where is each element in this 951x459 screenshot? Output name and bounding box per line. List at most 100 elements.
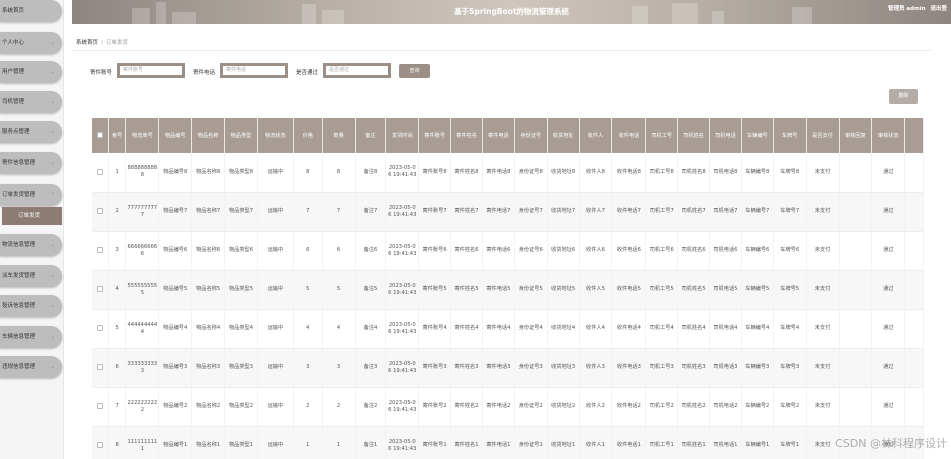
table-row[interactable]: 8 1111111111 物品编号1 物品名称1 物品类型1 运输中 1 1 备注1 2023-0… (92, 426, 924, 459)
row-checkbox[interactable] (96, 285, 103, 292)
sidebar-item-users[interactable]: 用户管理 ⌄ (0, 61, 62, 83)
logout-link[interactable]: 退出登 (930, 6, 947, 12)
table-cell: 运输中 (257, 153, 294, 193)
table-cell: 寄件电话6 (482, 231, 515, 271)
table-cell: 身份证号8 (514, 153, 548, 193)
table-cell: 车辆编号7 (741, 192, 774, 232)
row-checkbox[interactable] (96, 207, 103, 214)
table-cell: 收件人1 (579, 426, 613, 459)
sidebar-item-violations[interactable]: 违规信息管理 ⌄ (0, 356, 62, 378)
sidebar-item-label: 车辆信息管理 (2, 334, 36, 340)
table-cell: 运输中 (257, 348, 294, 388)
table-row[interactable]: 6 3333333333 物品编号3 物品名称3 物品类型3 运输中 3 3 备注3 2023-0… (92, 348, 924, 388)
table-cell: 2023-05-06 19:41:43 (385, 348, 420, 388)
table-cell: 3 (322, 348, 356, 388)
sidebar-item-drivers[interactable]: 司机管理 ⌄ (0, 91, 62, 113)
table-cell: 车牌号6 (773, 231, 807, 271)
approved-input[interactable]: 是否通过 (323, 63, 391, 78)
column-header: 司机姓名 (677, 118, 711, 153)
table-cell: 身份证号7 (514, 192, 548, 232)
table-cell: 收件人8 (579, 153, 613, 193)
table-cell: 司机姓名8 (677, 153, 711, 193)
row-checkbox[interactable] (96, 324, 103, 331)
row-checkbox[interactable] (96, 363, 103, 370)
table-cell: 物品编号8 (158, 153, 193, 193)
table-row[interactable]: 5 4444444444 物品编号4 物品名称4 物品类型4 运输中 4 4 备注4 2023-0… (92, 309, 924, 349)
delete-button[interactable]: 删除 (889, 89, 918, 104)
table-row[interactable]: 7 2222222222 物品编号2 物品名称2 物品类型2 运输中 2 2 备注2 2023-0… (92, 387, 924, 427)
sidebar-item-dispatch[interactable]: 派车发货管理 ⌄ (0, 265, 62, 287)
table-cell: 未支付 (806, 426, 840, 459)
row-checkbox[interactable] (96, 246, 103, 253)
column-header: 车辆编号 (741, 118, 774, 153)
table-cell: 司机工号6 (645, 231, 679, 271)
table-cell: 3 (293, 348, 323, 388)
sidebar-subitem-order-shipping[interactable]: 订单发货 (2, 207, 62, 225)
table-cell: 物品名称4 (191, 309, 226, 349)
table-cell: 车牌号4 (773, 309, 807, 349)
table-cell: 司机电话2 (709, 387, 742, 427)
table-cell: 运输中 (257, 309, 294, 349)
sidebar-item-shipments[interactable]: 寄件信息管理 ⌄ (0, 152, 62, 174)
table-cell-spacer (904, 153, 924, 193)
table-cell: 备注1 (355, 426, 387, 459)
table-cell: 收货地址1 (547, 426, 580, 459)
column-header: 司机工号 (645, 118, 679, 153)
table-cell: 6 (293, 231, 323, 271)
table-cell: 寄件姓名6 (450, 231, 483, 271)
sidebar-item-profile[interactable]: 个人中心 ⌄ (0, 32, 62, 54)
table-cell: 2 (108, 192, 127, 232)
table-cell: 寄件账号4 (418, 309, 452, 349)
sidebar-item-complaints[interactable]: 投诉信息管理 ⌄ (0, 295, 62, 317)
row-select-cell (92, 426, 109, 459)
table-cell-spacer (904, 309, 924, 349)
sidebar-item-label: 物流信息管理 (2, 242, 36, 248)
table-cell: 6 (322, 231, 356, 271)
table-cell: 物品类型5 (224, 270, 258, 310)
breadcrumb-home[interactable]: 系统首页 (76, 40, 98, 46)
table-row[interactable]: 1 8888888888 物品编号8 物品名称8 物品类型8 运输中 8 8 备注8 2023-0… (92, 153, 924, 193)
column-header: 收件人 (579, 118, 613, 153)
row-checkbox[interactable] (96, 441, 103, 448)
table-cell: 收件电话4 (611, 309, 647, 349)
table-cell-spacer (904, 192, 924, 232)
table-cell: 未支付 (806, 309, 840, 349)
chevron-down-icon: ⌄ (50, 160, 55, 166)
page-title: 基于SpringBoot的物流管理系统 (454, 7, 569, 16)
chevron-down-icon: ⌄ (50, 364, 55, 370)
sidebar-item-label: 派车发货管理 (2, 273, 36, 279)
column-header: 审核回复 (839, 118, 873, 153)
sidebar-item-home[interactable]: 系统首页 (0, 0, 62, 22)
sidebar-item-orders[interactable]: 订单发货管理 ⌃ (0, 184, 62, 206)
table-cell-spacer (904, 348, 924, 388)
table-row[interactable]: 3 6666666666 物品编号6 物品名称6 物品类型6 运输中 6 6 备注6 2023-0… (92, 231, 924, 271)
table-row[interactable]: 4 5555555555 物品编号5 物品名称5 物品类型5 运输中 5 5 备注5 2023-0… (92, 270, 924, 310)
sender-account-input[interactable]: 寄件账号 (117, 63, 185, 78)
breadcrumb-separator: / (101, 40, 103, 46)
column-header: 身份证号 (514, 118, 548, 153)
table-cell: 物品类型8 (224, 153, 258, 193)
table-cell: 收件电话8 (611, 153, 647, 193)
row-checkbox[interactable] (96, 402, 103, 409)
sidebar-item-label: 订单发货管理 (2, 192, 36, 198)
table-cell: 运输中 (257, 192, 294, 232)
search-button[interactable]: 查询 (399, 64, 430, 78)
chevron-up-icon: ⌃ (50, 192, 55, 198)
chevron-down-icon: ⌄ (50, 334, 55, 340)
select-all-checkbox[interactable] (96, 132, 103, 139)
row-select-cell (92, 270, 109, 310)
sidebar-item-service-points[interactable]: 服务点管理 ⌄ (0, 121, 62, 143)
table-cell: 2023-05-06 19:41:43 (385, 192, 420, 232)
row-select-cell (92, 192, 109, 232)
table-row[interactable]: 2 7777777777 物品编号7 物品名称7 物品类型7 运输中 7 7 备注7 2023-0… (92, 192, 924, 232)
table-cell: 收货地址4 (547, 309, 580, 349)
table-cell: 司机姓名3 (677, 348, 711, 388)
table-cell (839, 309, 873, 349)
row-checkbox[interactable] (96, 168, 103, 175)
sender-phone-input[interactable]: 寄件电话 (220, 63, 288, 78)
table-cell: 司机工号1 (645, 426, 679, 459)
sidebar-item-logistics[interactable]: 物流信息管理 ⌄ (0, 234, 62, 256)
sidebar-item-vehicles[interactable]: 车辆信息管理 ⌄ (0, 326, 62, 348)
table-cell: 司机工号3 (645, 348, 679, 388)
table-cell: 未支付 (806, 153, 840, 193)
